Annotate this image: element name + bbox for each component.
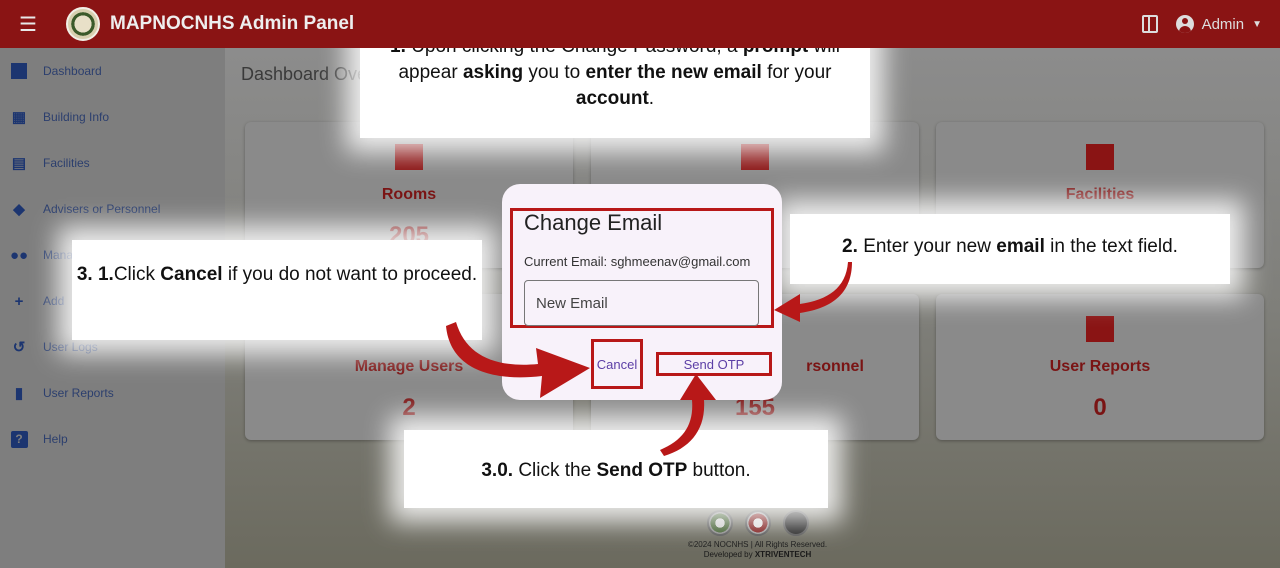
footer-logos bbox=[645, 510, 870, 536]
facilities-icon bbox=[1086, 144, 1114, 170]
page-title: Dashboard Over bbox=[241, 64, 374, 84]
annotation-step-2: 2. Enter your new email in the text fiel… bbox=[790, 214, 1230, 284]
sidebar-item-label: Dashboard bbox=[43, 64, 102, 78]
partner-seal-icon bbox=[744, 510, 771, 536]
sidebar-item-dashboard[interactable]: Dashboard bbox=[0, 48, 225, 94]
card-label: Facilities bbox=[1065, 186, 1135, 203]
annotation-step-3-0: 3.0. Click the Send OTP button. bbox=[404, 430, 828, 508]
people-icon: ●● bbox=[9, 246, 29, 264]
header-actions: Admin ▼ bbox=[1141, 0, 1262, 48]
account-circle-icon bbox=[1175, 15, 1194, 33]
cancel-button[interactable]: Cancel bbox=[591, 339, 643, 389]
card-label: User Reports bbox=[1049, 358, 1151, 375]
footer-copyright: ©2024 NOCNHS | All Rights Reserved. bbox=[687, 540, 828, 549]
footer: ©2024 NOCNHS | All Rights Reserved. Deve… bbox=[645, 510, 870, 560]
facilities-icon: ▤ bbox=[11, 155, 27, 172]
sidebar-item-label: Add bbox=[43, 294, 65, 308]
new-email-input[interactable] bbox=[524, 280, 759, 326]
sidebar-item-advisers[interactable]: ◆ Advisers or Personnel bbox=[0, 186, 225, 232]
sidebar-item-label: Advisers or Personnel bbox=[43, 202, 161, 216]
sidebar-item-building-info[interactable]: ▦ Building Info bbox=[0, 94, 225, 140]
account-menu[interactable]: Admin ▼ bbox=[1175, 15, 1262, 33]
school-logo bbox=[66, 7, 100, 41]
current-email-text: Current Email: sghmeenav@gmail.com bbox=[524, 254, 751, 269]
door-icon bbox=[395, 144, 423, 170]
app-title: MAPNOCNHS Admin Panel bbox=[110, 13, 355, 34]
plus-icon: + bbox=[14, 292, 24, 310]
sidebar-item-facilities[interactable]: ▤ Facilities bbox=[0, 140, 225, 186]
dialog-title: Change Email bbox=[524, 210, 663, 235]
graduation-cap-icon: ◆ bbox=[13, 201, 25, 218]
app-header: ☰ MAPNOCNHS Admin Panel Admin ▼ bbox=[0, 0, 1280, 48]
footer-developer: Developed by XTRIVENTECH bbox=[703, 550, 812, 559]
sidebar-item-label: Facilities bbox=[43, 156, 90, 170]
change-email-dialog: Change Email Current Email: sghmeenav@gm… bbox=[502, 184, 782, 400]
account-label: Admin bbox=[1201, 15, 1245, 33]
card-value: 0 bbox=[1093, 394, 1107, 421]
card-user-reports[interactable]: User Reports 0 bbox=[936, 294, 1264, 440]
building-icon: ▦ bbox=[11, 109, 27, 126]
school-seal-icon bbox=[706, 510, 733, 536]
building-icon bbox=[741, 144, 769, 170]
dashboard-icon bbox=[10, 63, 28, 79]
developer-logo-icon bbox=[782, 510, 809, 536]
history-icon: ↺ bbox=[12, 339, 26, 356]
sidebar-item-label: Help bbox=[43, 432, 68, 446]
help-icon: ? bbox=[10, 430, 28, 448]
annotation-step-3-1: 3. 1.Click Cancel if you do not want to … bbox=[72, 240, 482, 340]
chevron-down-icon: ▼ bbox=[1252, 18, 1262, 30]
map-icon[interactable] bbox=[1141, 15, 1158, 33]
sidebar-item-label: User Reports bbox=[43, 386, 114, 400]
bar-chart-icon: ▮ bbox=[14, 385, 24, 402]
sidebar-item-label: User Logs bbox=[43, 340, 98, 354]
sidebar-item-help[interactable]: ? Help bbox=[0, 416, 225, 462]
menu-icon[interactable]: ☰ bbox=[0, 0, 56, 48]
report-icon bbox=[1086, 316, 1114, 342]
sidebar-item-label: Building Info bbox=[43, 110, 110, 124]
send-otp-button[interactable]: Send OTP bbox=[656, 352, 772, 376]
sidebar-item-user-reports[interactable]: ▮ User Reports bbox=[0, 370, 225, 416]
